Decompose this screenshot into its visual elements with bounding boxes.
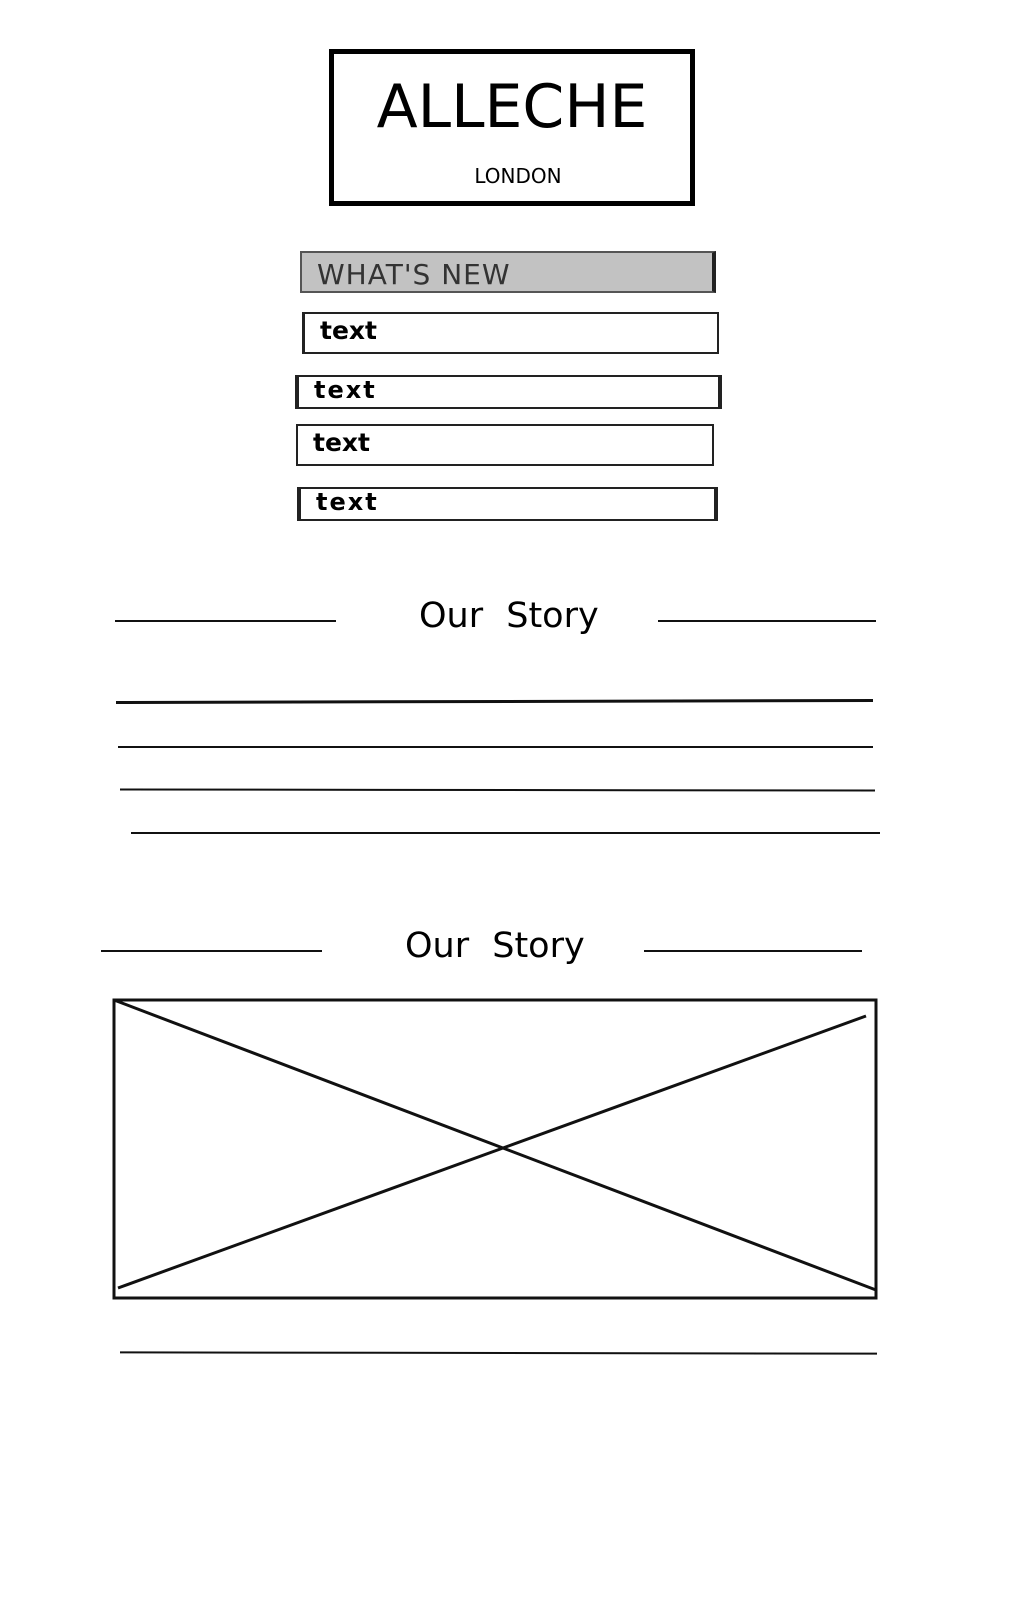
- logo-title: ALLECHE: [376, 72, 648, 142]
- menu-item-label: text: [316, 488, 379, 516]
- section-divider-left: [115, 620, 336, 622]
- section-title-our-story: Our Story: [405, 926, 585, 966]
- section-divider-left: [101, 950, 322, 952]
- text-placeholder-line: [118, 746, 873, 748]
- logo-subtitle: LONDON: [474, 164, 562, 188]
- menu-item-label: text: [320, 316, 377, 345]
- text-placeholder-line: [119, 788, 876, 792]
- menu-item-whats-new[interactable]: WHAT'S NEW: [300, 251, 716, 293]
- menu-item[interactable]: text: [302, 312, 719, 354]
- section-divider-right: [644, 950, 862, 952]
- menu-item-label: text: [314, 376, 377, 404]
- text-placeholder-line: [119, 1351, 878, 1355]
- logo[interactable]: ALLECHE LONDON: [329, 49, 695, 206]
- text-placeholder-line: [115, 699, 874, 704]
- menu-item[interactable]: text: [295, 375, 722, 409]
- menu-item-label: WHAT'S NEW: [317, 258, 511, 291]
- menu-item[interactable]: text: [296, 424, 714, 466]
- crossed-box-image-icon: [112, 998, 878, 1300]
- menu-item[interactable]: text: [297, 487, 718, 521]
- section-title-our-story: Our Story: [419, 596, 599, 636]
- section-divider-right: [658, 620, 876, 622]
- menu-item-label: text: [313, 428, 370, 457]
- text-placeholder-line: [131, 832, 880, 834]
